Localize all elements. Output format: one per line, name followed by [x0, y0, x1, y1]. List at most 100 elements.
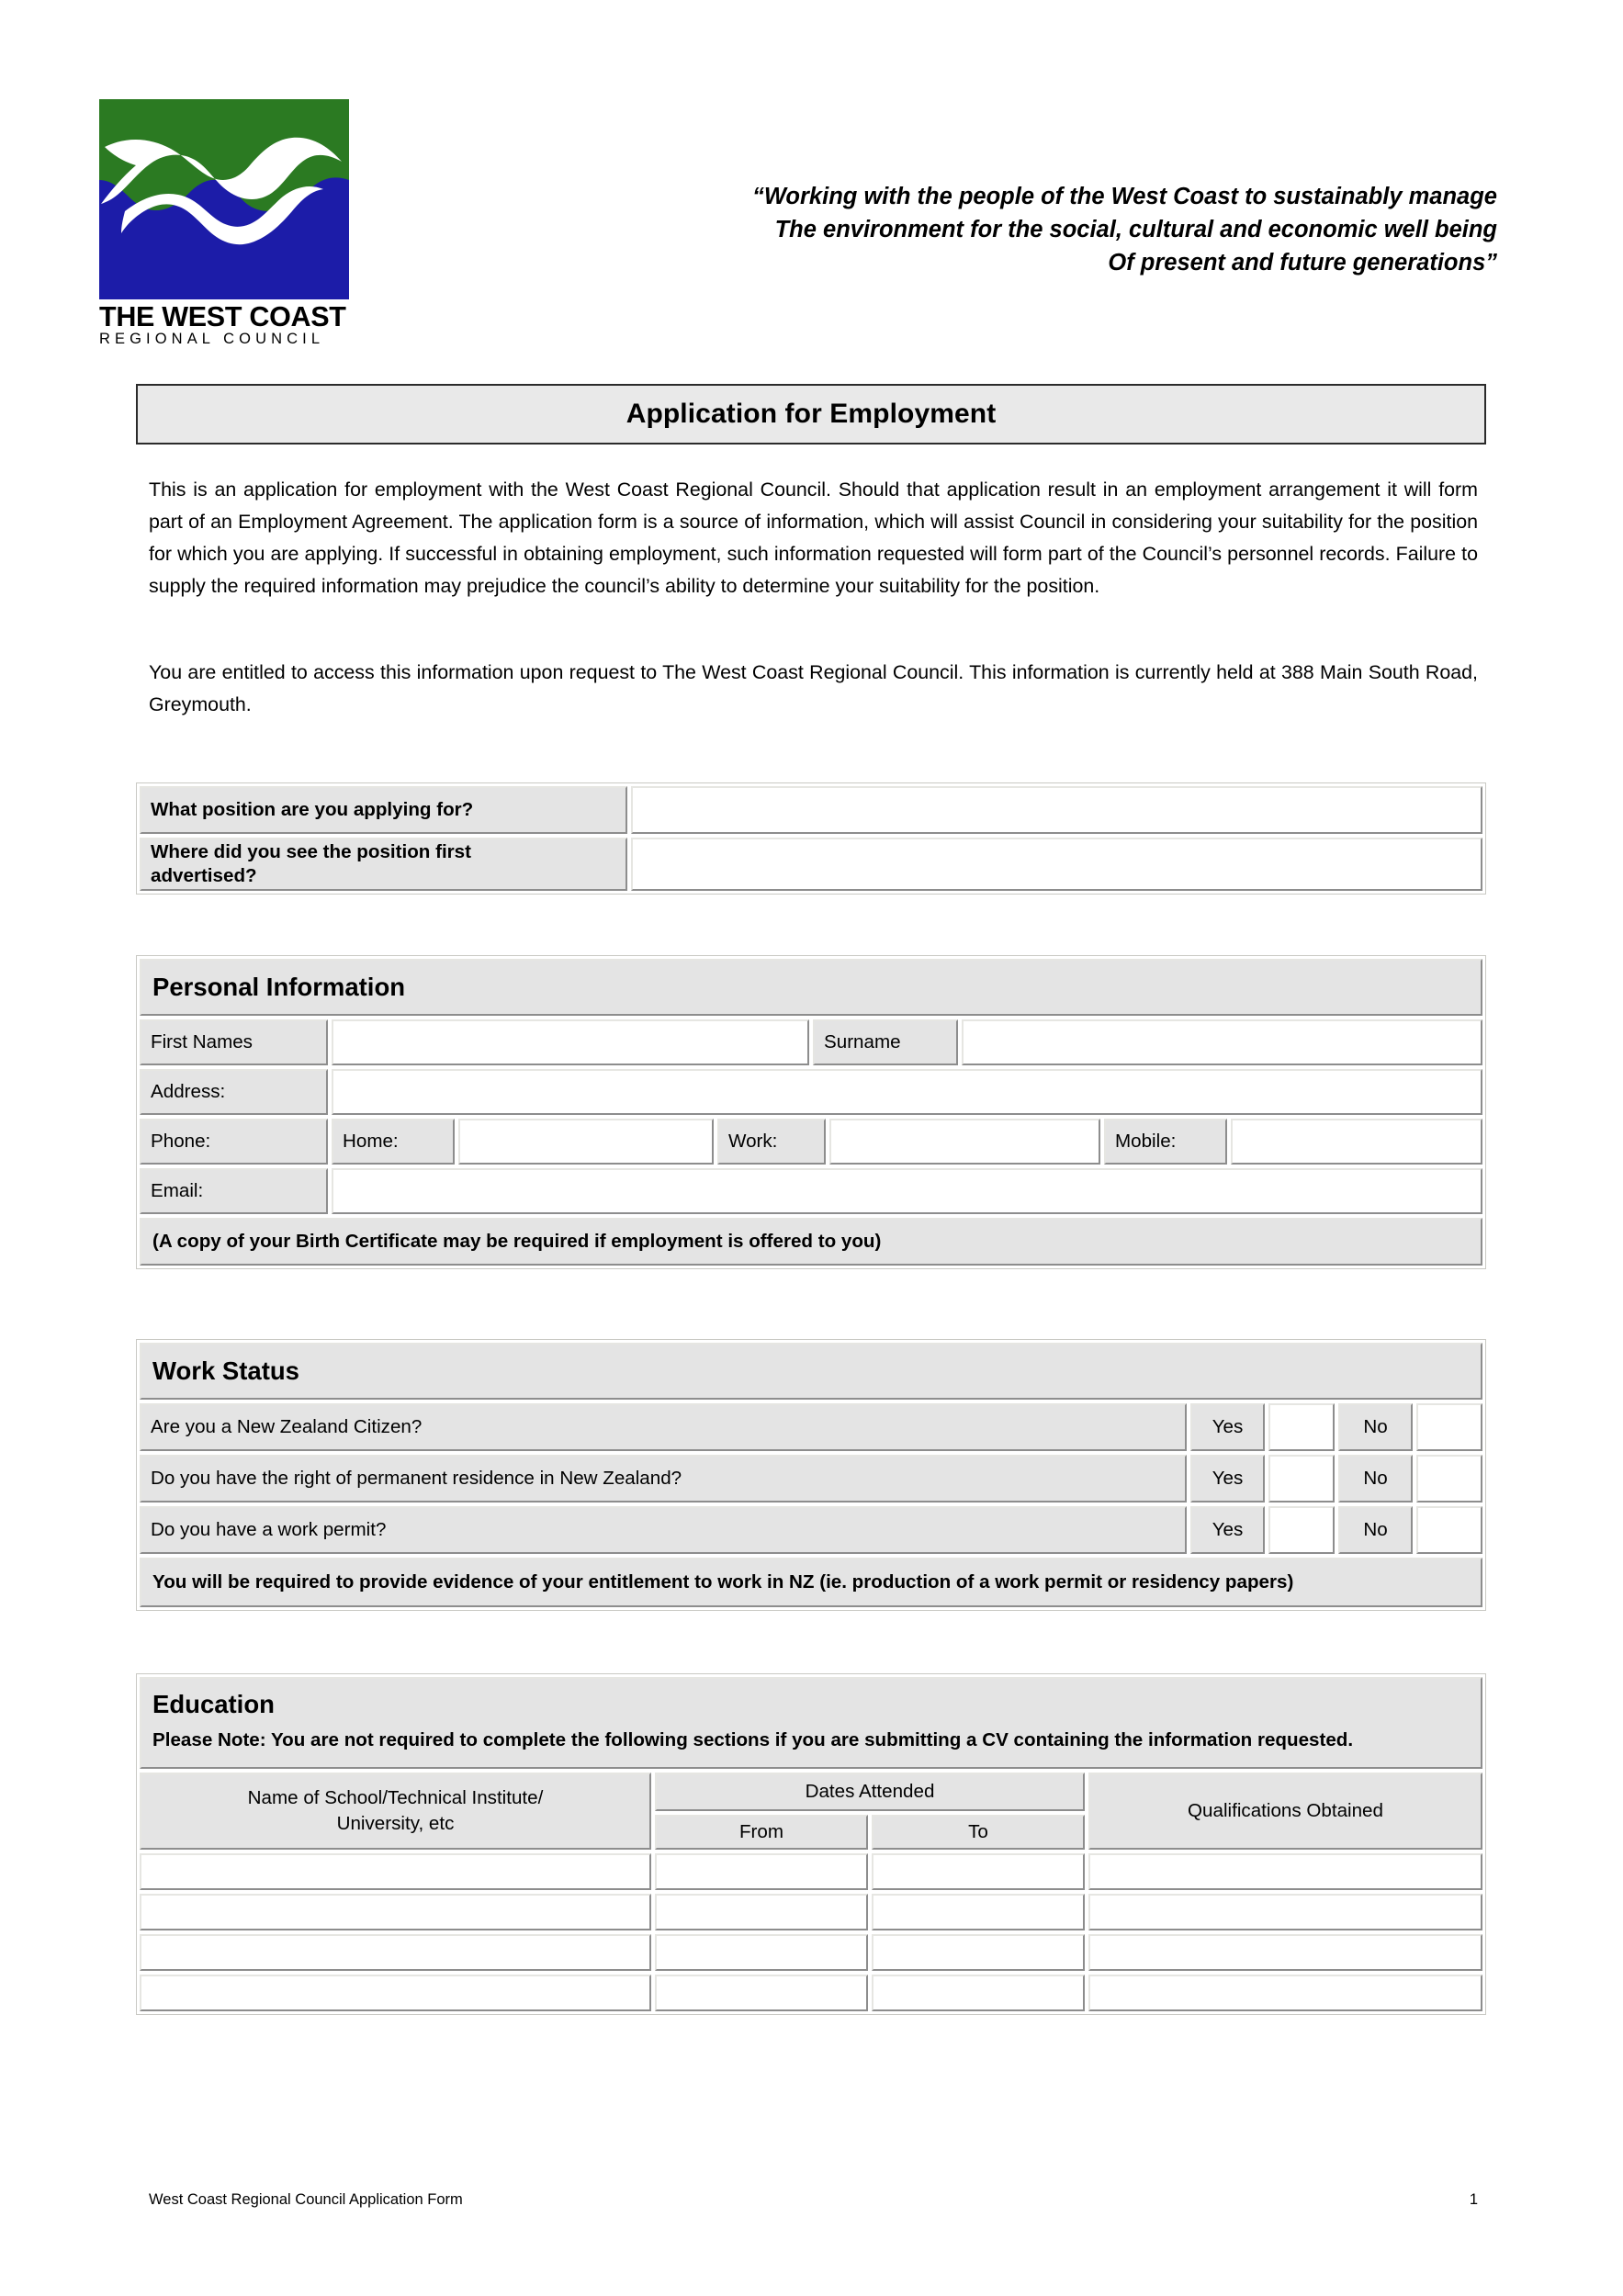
council-logo: THE WEST COAST REGIONAL COUNCIL: [99, 99, 349, 347]
first-names-input[interactable]: [332, 1019, 809, 1065]
education-to-input[interactable]: [872, 1933, 1085, 1971]
position-advertised-label: Where did you see the position first adv…: [140, 838, 627, 891]
school-name-header-line-1: Name of School/Technical Institute/: [247, 1787, 544, 1809]
surname-input[interactable]: [962, 1019, 1482, 1065]
education-name-input[interactable]: [140, 1893, 651, 1930]
section-heading: Work Status: [152, 1356, 299, 1385]
home-phone-input[interactable]: [458, 1119, 714, 1165]
residence-no-label: No: [1338, 1455, 1413, 1503]
from-column-header: From: [655, 1814, 868, 1850]
position-applying-label: What position are you applying for?: [140, 786, 627, 834]
mobile-phone-label: Mobile:: [1104, 1119, 1227, 1165]
tagline-line-1: “Working with the people of the West Coa…: [752, 184, 1497, 209]
permit-yes-checkbox[interactable]: [1268, 1506, 1335, 1554]
council-tagline: “Working with the people of the West Coa…: [551, 180, 1497, 280]
dates-attended-header: Dates Attended: [655, 1772, 1085, 1811]
intro-paragraph-2: You are entitled to access this informat…: [149, 661, 1478, 715]
logo-line-2: REGIONAL COUNCIL: [99, 331, 325, 348]
position-advertised-label-line-1: Where did you see the position first: [151, 840, 471, 862]
position-applying-input[interactable]: [631, 786, 1482, 834]
section-heading: Personal Information: [152, 972, 406, 1001]
permit-no-checkbox[interactable]: [1416, 1506, 1482, 1554]
email-input[interactable]: [332, 1168, 1482, 1214]
table-row: [140, 1852, 1482, 1890]
phone-label: Phone:: [140, 1119, 328, 1165]
mobile-phone-input[interactable]: [1231, 1119, 1482, 1165]
education-name-input[interactable]: [140, 1852, 651, 1890]
logo-line-1: THE WEST COAST: [99, 301, 346, 332]
table-row: Address:: [140, 1069, 1482, 1115]
address-label: Address:: [140, 1069, 328, 1115]
home-phone-label: Home:: [332, 1119, 455, 1165]
logo-wordmark: THE WEST COAST REGIONAL COUNCIL: [99, 301, 349, 348]
education-note: Please Note: You are not required to com…: [152, 1729, 1354, 1751]
education-to-input[interactable]: [872, 1852, 1085, 1890]
education-qualifications-input[interactable]: [1088, 1974, 1482, 2011]
position-advertised-label-line-2: advertised?: [151, 865, 257, 886]
personal-information-header: Personal Information: [140, 959, 1482, 1016]
residence-yes-checkbox[interactable]: [1268, 1455, 1335, 1503]
work-status-section: Work Status Are you a New Zealand Citize…: [136, 1339, 1486, 1611]
education-from-input[interactable]: [655, 1974, 868, 2011]
citizen-question-label: Are you a New Zealand Citizen?: [140, 1403, 1187, 1451]
citizen-yes-checkbox[interactable]: [1268, 1403, 1335, 1451]
education-header: Education Please Note: You are not requi…: [140, 1677, 1482, 1769]
first-names-label: First Names: [140, 1019, 328, 1065]
work-entitlement-note: You will be required to provide evidence…: [140, 1558, 1482, 1607]
dates-attended-column-group: Dates Attended From To: [655, 1772, 1085, 1850]
tagline-line-2: The environment for the social, cultural…: [774, 217, 1497, 243]
document-page: THE WEST COAST REGIONAL COUNCIL “Working…: [0, 0, 1623, 2296]
permit-question-label: Do you have a work permit?: [140, 1506, 1187, 1554]
education-to-input[interactable]: [872, 1974, 1085, 2011]
residence-yes-label: Yes: [1190, 1455, 1265, 1503]
birth-certificate-note: (A copy of your Birth Certificate may be…: [140, 1218, 1482, 1266]
qualifications-column-header: Qualifications Obtained: [1088, 1772, 1482, 1850]
residence-question-label: Do you have the right of permanent resid…: [140, 1455, 1187, 1503]
education-name-input[interactable]: [140, 1974, 651, 2011]
education-qualifications-input[interactable]: [1088, 1933, 1482, 1971]
table-row: Email:: [140, 1168, 1482, 1214]
position-advertised-input[interactable]: [631, 838, 1482, 891]
form-title-banner: Application for Employment: [136, 384, 1486, 445]
page-header: THE WEST COAST REGIONAL COUNCIL “Working…: [0, 0, 1623, 367]
work-phone-input[interactable]: [829, 1119, 1100, 1165]
education-from-input[interactable]: [655, 1933, 868, 1971]
table-row: Do you have the right of permanent resid…: [140, 1455, 1482, 1503]
west-coast-wave-logo-icon: [99, 99, 349, 299]
table-row: [140, 1974, 1482, 2011]
page-footer: West Coast Regional Council Application …: [149, 2191, 1478, 2209]
permit-yes-label: Yes: [1190, 1506, 1265, 1554]
school-name-header-line-2: University, etc: [336, 1812, 455, 1834]
page-number: 1: [1469, 2191, 1478, 2208]
work-phone-label: Work:: [717, 1119, 826, 1165]
table-row: [140, 1933, 1482, 1971]
page-title: Application for Employment: [626, 399, 997, 429]
personal-information-section: Personal Information First Names Surname…: [136, 955, 1486, 1269]
education-from-input[interactable]: [655, 1852, 868, 1890]
section-heading: Education: [152, 1690, 275, 1718]
dates-attended-subheaders: From To: [655, 1814, 1085, 1850]
table-row: Do you have a work permit? Yes No: [140, 1506, 1482, 1554]
permit-no-label: No: [1338, 1506, 1413, 1554]
table-row: What position are you applying for?: [140, 786, 1482, 834]
footer-label: West Coast Regional Council Application …: [149, 2191, 463, 2208]
table-row: Where did you see the position first adv…: [140, 838, 1482, 891]
to-column-header: To: [872, 1814, 1085, 1850]
table-row: Phone: Home: Work: Mobile:: [140, 1119, 1482, 1165]
citizen-no-checkbox[interactable]: [1416, 1403, 1482, 1451]
education-qualifications-input[interactable]: [1088, 1893, 1482, 1930]
residence-no-checkbox[interactable]: [1416, 1455, 1482, 1503]
education-name-input[interactable]: [140, 1933, 651, 1971]
email-label: Email:: [140, 1168, 328, 1214]
education-to-input[interactable]: [872, 1893, 1085, 1930]
education-qualifications-input[interactable]: [1088, 1852, 1482, 1890]
address-input[interactable]: [332, 1069, 1482, 1115]
education-section: Education Please Note: You are not requi…: [136, 1673, 1486, 2015]
tagline-line-3: Of present and future generations”: [1108, 250, 1497, 276]
citizen-no-label: No: [1338, 1403, 1413, 1451]
work-status-header: Work Status: [140, 1343, 1482, 1400]
surname-label: Surname: [813, 1019, 958, 1065]
citizen-yes-label: Yes: [1190, 1403, 1265, 1451]
school-name-column-header: Name of School/Technical Institute/ Univ…: [140, 1772, 651, 1850]
education-from-input[interactable]: [655, 1893, 868, 1930]
